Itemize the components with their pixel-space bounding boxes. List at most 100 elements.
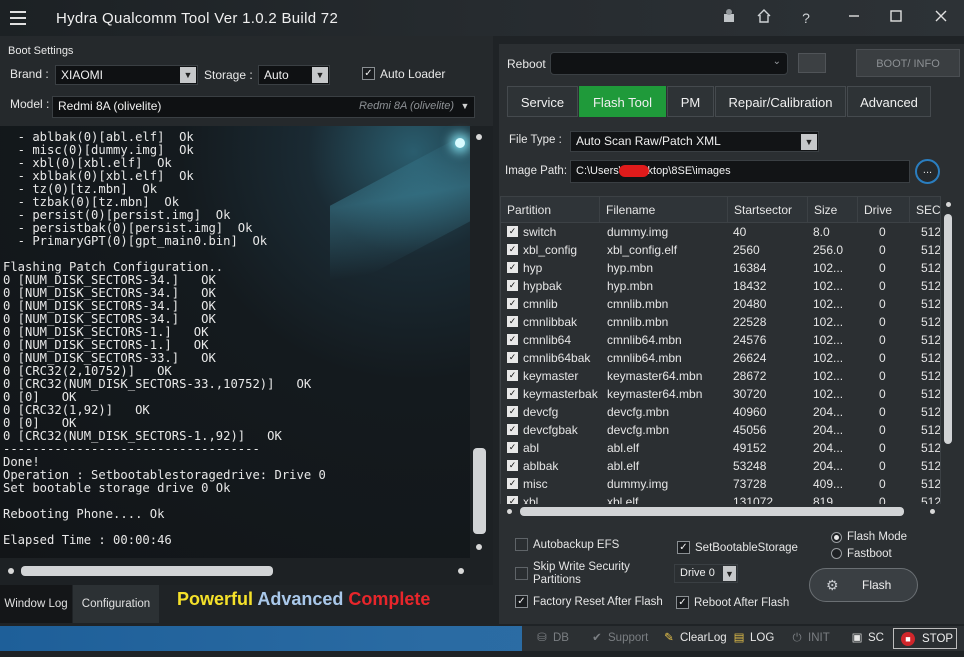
table-row[interactable]: ✓ hyp hyp.mbn 16384 102... 0 512 <box>501 259 940 277</box>
table-row[interactable]: ✓ xbl_config xbl_config.elf 2560 256.0 0 512 <box>501 241 940 259</box>
scroll-up-icon[interactable] <box>476 134 482 140</box>
table-hscroll-thumb[interactable] <box>520 507 904 516</box>
factory-reset-checkbox[interactable]: ✓ <box>515 595 528 608</box>
skip-write-security-checkbox[interactable] <box>515 567 528 580</box>
scroll-left-icon[interactable] <box>8 568 14 574</box>
row-checkbox[interactable]: ✓ <box>507 262 518 273</box>
row-checkbox[interactable]: ✓ <box>507 406 518 417</box>
menu-icon[interactable] <box>10 11 26 25</box>
row-checkbox[interactable]: ✓ <box>507 352 518 363</box>
table-vscroll-thumb[interactable] <box>944 214 952 444</box>
table-row[interactable]: ✓ keymaster keymaster64.mbn 28672 102... 0 512 <box>501 367 940 385</box>
chevron-down-icon[interactable]: ▼ <box>801 134 817 150</box>
db-button[interactable]: ⛁ DB <box>535 626 569 651</box>
scroll-down-icon[interactable] <box>476 544 482 550</box>
flash-button[interactable]: ⚙ Flash <box>809 568 918 602</box>
log-horizontal-scrollbar[interactable] <box>0 558 493 585</box>
col-sec[interactable]: SEC <box>910 197 940 223</box>
tab-window-log[interactable]: Window Log <box>0 585 72 623</box>
minimize-icon[interactable] <box>844 8 864 28</box>
chevron-down-icon[interactable]: ⌄ <box>773 56 781 67</box>
storage-select[interactable]: Auto ▼ <box>258 65 330 85</box>
row-checkbox[interactable]: ✓ <box>507 370 518 381</box>
close-icon[interactable] <box>931 8 951 28</box>
table-row[interactable]: ✓ devcfgbak devcfg.mbn 45056 204... 0 512 <box>501 421 940 439</box>
log-hscroll-thumb[interactable] <box>21 566 273 576</box>
row-checkbox[interactable]: ✓ <box>507 280 518 291</box>
row-checkbox[interactable]: ✓ <box>507 442 518 453</box>
table-row[interactable]: ✓ devcfg devcfg.mbn 40960 204... 0 512 <box>501 403 940 421</box>
table-row[interactable]: ✓ cmnlib cmnlib.mbn 20480 102... 0 512 <box>501 295 940 313</box>
tab-configuration[interactable]: Configuration <box>73 585 159 623</box>
support-button[interactable]: ✔ Support <box>590 626 648 651</box>
row-checkbox[interactable]: ✓ <box>507 244 518 255</box>
scroll-left-icon[interactable] <box>507 509 512 514</box>
storage-value: Auto <box>264 68 289 82</box>
chevron-down-icon[interactable]: ▼ <box>723 566 736 581</box>
table-row[interactable]: ✓ keymasterbak keymaster64.mbn 30720 102... 0… <box>501 385 940 403</box>
tab-flash-tool[interactable]: Flash Tool <box>579 86 666 117</box>
fastboot-radio[interactable] <box>831 548 842 559</box>
reboot-go-button[interactable] <box>798 53 826 73</box>
table-horizontal-scrollbar[interactable] <box>500 504 959 520</box>
tab-advanced[interactable]: Advanced <box>847 86 931 117</box>
table-row[interactable]: ✓ switch dummy.img 40 8.0 0 512 <box>501 223 940 241</box>
image-path-input[interactable]: C:\Users\ \Desktop\8SE\images <box>570 160 910 183</box>
init-button[interactable]: ⏻ INIT <box>790 626 829 651</box>
chevron-down-icon[interactable]: ▼ <box>180 67 196 83</box>
chevron-down-icon[interactable]: ▼ <box>312 67 328 83</box>
row-checkbox[interactable]: ✓ <box>507 460 518 471</box>
table-vertical-scrollbar[interactable] <box>941 196 959 520</box>
flash-mode-radio[interactable] <box>831 532 842 543</box>
scroll-right-icon[interactable] <box>458 568 464 574</box>
maximize-icon[interactable] <box>886 8 906 28</box>
tab-repair-calibration[interactable]: Repair/Calibration <box>715 86 846 117</box>
row-checkbox[interactable]: ✓ <box>507 226 518 237</box>
log-vertical-scrollbar[interactable] <box>470 126 493 558</box>
boot-info-button[interactable]: BOOT/ INFO <box>856 49 960 77</box>
clearlog-button[interactable]: ✎ ClearLog <box>662 626 727 651</box>
col-filename[interactable]: Filename <box>600 197 728 223</box>
row-checkbox[interactable]: ✓ <box>507 316 518 327</box>
table-row[interactable]: ✓ ablbak abl.elf 53248 204... 0 512 <box>501 457 940 475</box>
stop-button[interactable]: ■ STOP <box>893 628 957 649</box>
user-icon[interactable] <box>719 8 739 28</box>
cell-partition: cmnlibbak <box>523 315 578 329</box>
sc-button[interactable]: ▣ SC <box>850 626 884 651</box>
chevron-down-icon[interactable]: ▼ <box>457 98 473 114</box>
log-button[interactable]: ▤ LOG <box>732 626 775 651</box>
home-icon[interactable] <box>754 8 774 28</box>
auto-loader-checkbox[interactable]: ✓ <box>362 67 375 80</box>
brand-select[interactable]: XIAOMI ▼ <box>55 65 198 85</box>
model-select[interactable]: Redmi 8A (olivelite) Redmi 8A (olivelite… <box>52 96 475 118</box>
set-bootable-storage-checkbox[interactable]: ✓ <box>677 541 690 554</box>
row-checkbox[interactable]: ✓ <box>507 424 518 435</box>
col-drive[interactable]: Drive <box>858 197 910 223</box>
table-row[interactable]: ✓ abl abl.elf 49152 204... 0 512 <box>501 439 940 457</box>
col-partition[interactable]: Partition <box>501 197 600 223</box>
table-row[interactable]: ✓ hypbak hyp.mbn 18432 102... 0 512 <box>501 277 940 295</box>
table-row[interactable]: ✓ cmnlib64bak cmnlib64.mbn 26624 102... 0 512 <box>501 349 940 367</box>
table-row[interactable]: ✓ cmnlibbak cmnlib.mbn 22528 102... 0 512 <box>501 313 940 331</box>
table-row[interactable]: ✓ cmnlib64 cmnlib64.mbn 24576 102... 0 512 <box>501 331 940 349</box>
col-size[interactable]: Size <box>808 197 858 223</box>
scroll-right-icon[interactable] <box>930 509 935 514</box>
row-checkbox[interactable]: ✓ <box>507 298 518 309</box>
reboot-select[interactable]: ⌄ <box>550 52 788 75</box>
file-type-select[interactable]: Auto Scan Raw/Patch XML ▼ <box>570 131 819 152</box>
tab-pm[interactable]: PM <box>667 86 714 117</box>
tab-service[interactable]: Service <box>507 86 578 117</box>
reboot-after-flash-checkbox[interactable]: ✓ <box>676 596 689 609</box>
col-startsector[interactable]: Startsector <box>728 197 808 223</box>
row-checkbox[interactable]: ✓ <box>507 478 518 489</box>
database-icon: ⛁ <box>537 632 547 644</box>
log-vscroll-thumb[interactable] <box>473 448 486 534</box>
table-row[interactable]: ✓ misc dummy.img 73728 409... 0 512 <box>501 475 940 493</box>
row-checkbox[interactable]: ✓ <box>507 388 518 399</box>
browse-button[interactable]: ... <box>915 159 940 184</box>
autobackup-efs-checkbox[interactable] <box>515 538 528 551</box>
scroll-up-icon[interactable] <box>946 202 951 207</box>
drive-select[interactable]: Drive 0 ▼ <box>674 564 738 583</box>
row-checkbox[interactable]: ✓ <box>507 334 518 345</box>
help-icon[interactable]: ? <box>796 8 816 28</box>
